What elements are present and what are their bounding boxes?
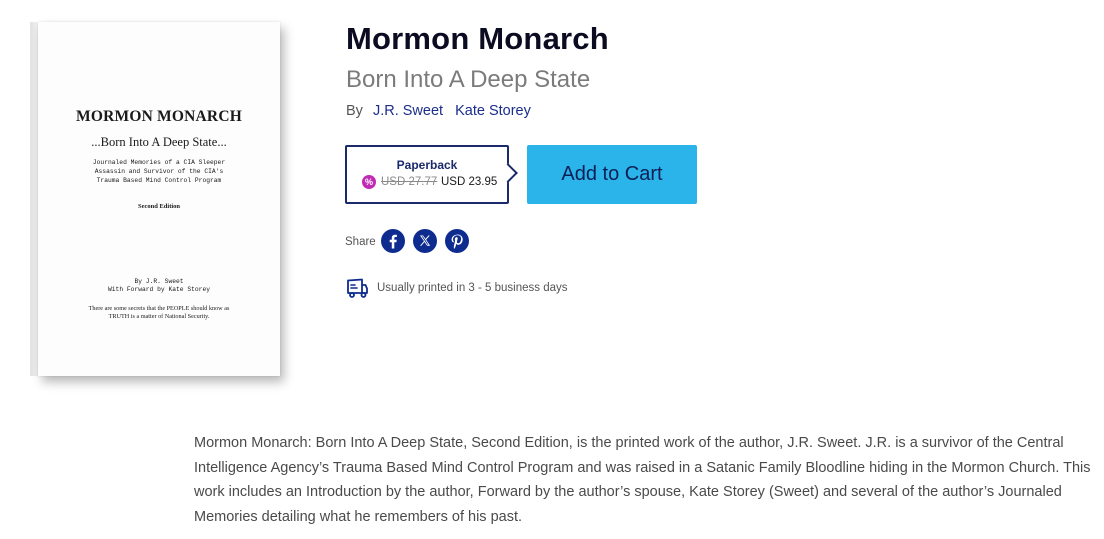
- book-subtitle: Born Into A Deep State: [346, 66, 591, 93]
- cover-page: MORMON MONARCH ...Born Into A Deep State…: [38, 22, 280, 376]
- format-label: Paperback: [396, 158, 458, 172]
- by-label: By: [346, 103, 363, 119]
- print-time-note: Usually printed in 3 - 5 business days: [377, 282, 568, 294]
- x-icon[interactable]: [413, 229, 437, 253]
- author-link-jr-sweet[interactable]: J.R. Sweet: [373, 103, 443, 119]
- add-to-cart-button[interactable]: Add to Cart: [527, 145, 697, 204]
- original-price: USD 27.77: [381, 176, 438, 188]
- pinterest-icon[interactable]: [445, 229, 469, 253]
- share-label: Share: [345, 236, 376, 248]
- cover-edition: Second Edition: [137, 203, 181, 210]
- cover-quote-line: TRUTH is a matter of National Security.: [108, 312, 210, 320]
- author-link-kate-storey[interactable]: Kate Storey: [455, 103, 531, 119]
- cover-description-line: Trauma Based Mind Control Program: [96, 177, 222, 184]
- book-description: Mormon Monarch: Born Into A Deep State, …: [194, 435, 1091, 525]
- cover-subtitle: ...Born Into A Deep State...: [91, 135, 227, 149]
- sale-price: USD 23.95: [441, 176, 498, 188]
- cover-title: MORMON MONARCH: [76, 108, 242, 125]
- cover-quote: There are some secrets that the PEOPLE s…: [74, 305, 244, 320]
- cover-description-line: Journaled Memories of a CIA Sleeper: [92, 159, 226, 166]
- truck-icon: [347, 278, 368, 298]
- cover-description: Journaled Memories of a CIA Sleeper Assa…: [68, 158, 250, 185]
- book-cover[interactable]: MORMON MONARCH ...Born Into A Deep State…: [30, 22, 280, 376]
- cover-authors: By J.R. Sweet With Forward by Kate Store…: [68, 278, 250, 294]
- cover-description-line: Assassin and Survivor of the CIA's: [94, 168, 224, 175]
- book-title: Mormon Monarch: [346, 21, 609, 56]
- facebook-icon[interactable]: [381, 229, 405, 253]
- cover-quote-line: There are some secrets that the PEOPLE s…: [88, 305, 230, 312]
- cover-author-line: By J.R. Sweet: [134, 278, 184, 285]
- cover-author-line: With Forward by Kate Storey: [107, 286, 211, 293]
- byline: By J.R. Sweet Kate Storey: [346, 103, 539, 119]
- discount-icon: %: [362, 175, 376, 189]
